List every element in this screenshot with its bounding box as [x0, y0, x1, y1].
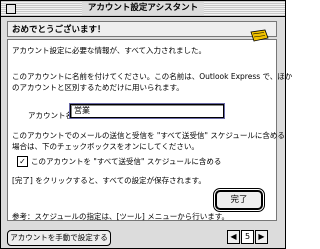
account-name-input[interactable]: 営業	[70, 104, 224, 118]
name-instruction-1: このアカウントに名前を付けてください。この名前は、Outlook Express…	[12, 72, 293, 81]
done-button[interactable]: 完了	[213, 188, 265, 212]
window-title: アカウント設定アシスタント	[81, 2, 205, 15]
schedule-instruction-2: 場合は、下のチェックボックスをオンにしてください。	[12, 142, 199, 151]
name-instruction-2: のアカウントと区別するためだけに用いられます。	[12, 83, 184, 92]
assistant-window: アカウント設定アシスタント おめでとうございます！ アカウント設定に必要な情報が…	[0, 0, 292, 249]
outlook-logo-icon	[250, 29, 269, 42]
schedule-instruction-1: このアカウントでのメールの送信と受信を "すべて送受信" スケジュールに含める	[12, 131, 285, 140]
title-bar[interactable]: アカウント設定アシスタント	[1, 1, 285, 17]
content-panel: アカウント設定に必要な情報が、すべて入力されました。 このアカウントに名前を付け…	[7, 29, 292, 221]
include-schedule-checkbox[interactable]: ✓	[17, 156, 28, 167]
close-box[interactable]	[6, 4, 16, 14]
previous-page-button[interactable]: ◀	[227, 230, 240, 244]
schedule-note: 参考：スケジュールの指定は、[ツール] メニューから行います。	[12, 212, 229, 221]
complete-message: アカウント設定に必要な情報が、すべて入力されました。	[12, 46, 207, 55]
page-number: 5	[241, 230, 254, 244]
congrats-header: おめでとうございます！	[7, 21, 277, 37]
next-page-button[interactable]: ▶	[255, 230, 268, 244]
manual-setup-button[interactable]: アカウントを手動で設定する	[7, 230, 111, 246]
finish-instruction: [完了] をクリックすると、すべての設定が保存されます。	[12, 176, 206, 185]
include-schedule-label[interactable]: このアカウントを "すべて送受信" スケジュールに含める	[31, 156, 221, 167]
page-navigator: ◀ 5 ▶	[227, 230, 268, 244]
